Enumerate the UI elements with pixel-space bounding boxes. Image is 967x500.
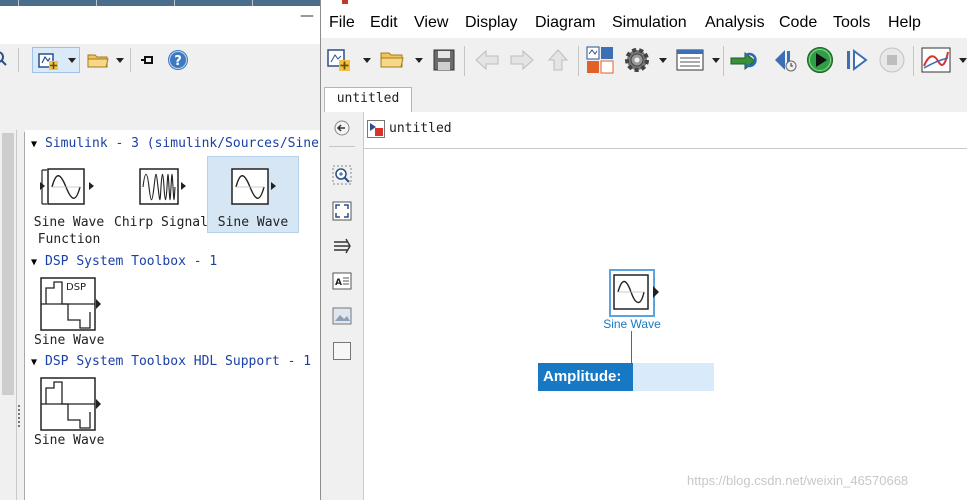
model-settings-icon[interactable] bbox=[623, 46, 651, 74]
search-icon[interactable] bbox=[0, 50, 10, 68]
step-back-icon[interactable] bbox=[771, 47, 797, 73]
library-toolbar: ? bbox=[0, 44, 320, 76]
section-header-dsp[interactable]: ▼ DSP System Toolbox - 1 bbox=[31, 254, 217, 269]
model-canvas[interactable] bbox=[364, 149, 967, 500]
sine-wave-icon bbox=[231, 168, 276, 205]
step-forward-icon[interactable] bbox=[844, 47, 870, 73]
toolbar-separator bbox=[18, 48, 19, 72]
model-icon bbox=[367, 120, 385, 138]
area-icon[interactable] bbox=[332, 341, 352, 361]
toolbar-separator bbox=[723, 46, 724, 76]
section-header-simulink[interactable]: ▼ Simulink - 3 (simulink/Sources/Sine bbox=[31, 136, 319, 151]
section-header-label: DSP System Toolbox - 1 bbox=[45, 254, 218, 269]
menu-display[interactable]: Display bbox=[465, 14, 517, 32]
param-connector-line bbox=[631, 331, 632, 364]
menu-diagram[interactable]: Diagram bbox=[535, 14, 595, 32]
sine-wave-icon bbox=[613, 274, 649, 310]
block-diagram-palette: A bbox=[321, 112, 364, 500]
scrollbar-thumb[interactable] bbox=[2, 133, 14, 395]
model-toolbar bbox=[321, 38, 967, 84]
section-header-label: DSP System Toolbox HDL Support - 1 bbox=[45, 354, 312, 369]
library-browser-icon[interactable] bbox=[586, 46, 614, 74]
add-block-button[interactable] bbox=[32, 47, 80, 73]
canvas-sine-wave-block[interactable] bbox=[609, 269, 655, 317]
svg-text:?: ? bbox=[174, 54, 182, 69]
dsp-hdl-sine-wave-block[interactable] bbox=[38, 376, 104, 436]
dsp-sine-wave-icon: DSP bbox=[40, 277, 101, 331]
dsp-hdl-sine-wave-icon bbox=[40, 377, 101, 431]
model-explorer-icon[interactable] bbox=[676, 48, 704, 72]
collapse-triangle-icon[interactable]: ▼ bbox=[31, 257, 37, 268]
back-icon[interactable] bbox=[474, 49, 500, 71]
image-icon[interactable] bbox=[332, 306, 352, 326]
sine-wave-function-icon bbox=[40, 168, 94, 205]
menu-file[interactable]: File bbox=[329, 14, 355, 32]
block-label: Sine Wave Function bbox=[33, 215, 105, 247]
svg-text:A: A bbox=[335, 278, 342, 288]
collapse-triangle-icon[interactable]: ▼ bbox=[31, 357, 37, 368]
sine-wave-function-block[interactable] bbox=[40, 166, 98, 212]
model-title-strip bbox=[321, 0, 967, 10]
up-icon[interactable] bbox=[547, 48, 569, 72]
toolbar-separator bbox=[578, 46, 579, 76]
toolbar-separator bbox=[464, 46, 465, 76]
watermark-text: https://blog.csdn.net/weixin_46570668 bbox=[687, 473, 909, 488]
chirp-signal-block[interactable] bbox=[137, 166, 189, 212]
matlab-logo-icon bbox=[342, 0, 348, 4]
dsp-sine-wave-block[interactable]: DSP bbox=[38, 276, 104, 336]
model-tab-row bbox=[321, 84, 967, 113]
menu-simulation[interactable]: Simulation bbox=[612, 14, 687, 32]
tab-untitled[interactable]: untitled bbox=[324, 87, 412, 112]
toolbar-separator bbox=[913, 46, 914, 76]
open-folder-button[interactable] bbox=[85, 50, 127, 70]
section-header-dsp-hdl[interactable]: ▼ DSP System Toolbox HDL Support - 1 bbox=[31, 354, 311, 369]
menu-view[interactable]: View bbox=[414, 14, 448, 32]
stop-icon[interactable] bbox=[879, 47, 905, 73]
scope-icon[interactable] bbox=[921, 46, 951, 74]
sine-wave-block[interactable] bbox=[229, 166, 279, 212]
fit-view-icon[interactable] bbox=[332, 201, 352, 221]
zoom-icon[interactable] bbox=[332, 165, 352, 185]
help-icon[interactable]: ? bbox=[167, 49, 189, 71]
run-icon[interactable] bbox=[806, 46, 834, 74]
amplitude-param-input[interactable] bbox=[638, 367, 710, 387]
menu-edit[interactable]: Edit bbox=[370, 14, 398, 32]
annotation-icon[interactable]: A bbox=[332, 271, 352, 291]
block-label: Sine Wave bbox=[217, 215, 289, 230]
menu-tools[interactable]: Tools bbox=[833, 14, 870, 32]
chirp-signal-icon bbox=[139, 168, 186, 205]
svg-text:DSP: DSP bbox=[66, 282, 86, 293]
menu-analysis[interactable]: Analysis bbox=[705, 14, 765, 32]
pin-icon[interactable] bbox=[138, 50, 158, 70]
block-label: Sine Wave bbox=[34, 433, 105, 448]
menu-help[interactable]: Help bbox=[888, 14, 921, 32]
block-label: Sine Wave bbox=[34, 333, 105, 348]
minimize-button[interactable]: — bbox=[300, 8, 318, 28]
add-block-icon bbox=[37, 51, 59, 75]
output-port-icon[interactable] bbox=[653, 286, 661, 298]
open-folder-icon bbox=[86, 50, 110, 74]
block-label: Chirp Signal bbox=[114, 215, 208, 230]
breadcrumb-model-name[interactable]: untitled bbox=[389, 121, 452, 136]
route-lines-icon[interactable] bbox=[332, 236, 352, 256]
save-icon[interactable] bbox=[432, 48, 456, 72]
palette-separator bbox=[329, 146, 355, 147]
library-header-area bbox=[0, 6, 320, 44]
block-name-label[interactable]: Sine Wave bbox=[600, 317, 664, 331]
forward-icon[interactable] bbox=[509, 49, 535, 71]
breadcrumb bbox=[364, 112, 967, 149]
collapse-triangle-icon[interactable]: ▼ bbox=[31, 139, 37, 150]
new-model-icon[interactable] bbox=[327, 47, 351, 73]
section-header-label: Simulink - 3 (simulink/Sources/Sine bbox=[45, 136, 319, 151]
amplitude-param-label: Amplitude: bbox=[538, 363, 633, 391]
menu-code[interactable]: Code bbox=[779, 14, 817, 32]
hide-browser-icon[interactable] bbox=[334, 120, 350, 136]
update-diagram-icon[interactable] bbox=[729, 48, 761, 72]
toolbar-separator bbox=[130, 48, 131, 72]
open-icon[interactable] bbox=[379, 48, 405, 72]
